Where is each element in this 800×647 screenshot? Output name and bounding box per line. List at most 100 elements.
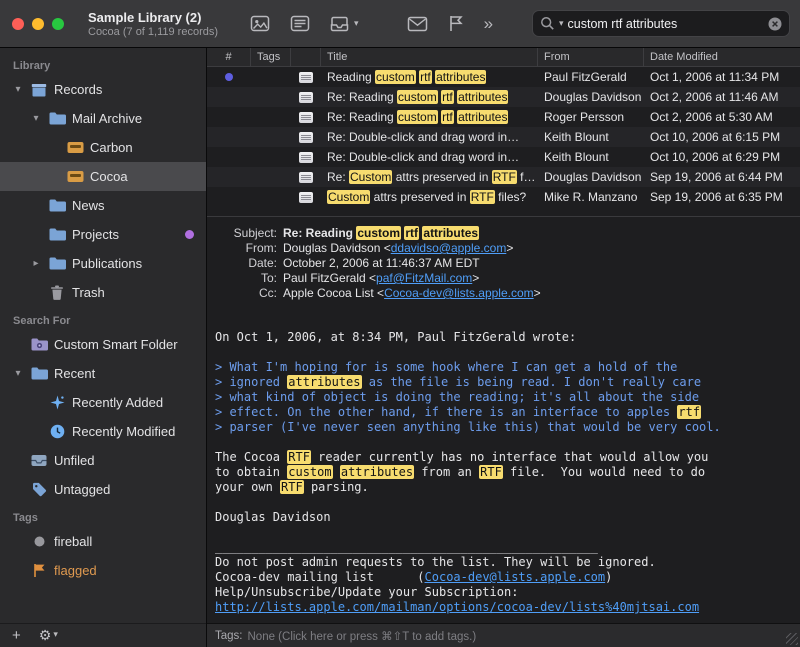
sidebar-item-projects[interactable]: Projects [0,220,206,249]
clear-search-icon[interactable] [768,17,782,31]
search-highlight: rtf [441,110,454,124]
record-title: Re: Reading custom rtf attributes [321,90,538,104]
column-header-tags[interactable]: Tags [251,48,291,67]
record-date: Oct 2, 2006 at 11:46 AM [644,90,800,104]
email-button[interactable] [407,16,428,32]
record-from: Roger Persson [538,110,644,124]
toolbar-overflow-button[interactable]: » [484,15,493,32]
link[interactable]: Cocoa-dev@lists.apple.com [425,570,606,584]
resize-grip[interactable] [786,633,798,645]
tray-icon [30,454,48,467]
folder-icon [48,199,66,212]
zoom-window-button[interactable] [52,18,64,30]
sidebar-item-recent[interactable]: ▾ Recent [0,359,206,388]
record-title: Re: Custom attrs preserved in RTF f… [321,170,538,184]
search-highlight: rtf [677,405,701,419]
search-highlight: rtf [404,226,419,240]
table-row[interactable]: Reading custom rtf attributes Paul FitzG… [207,67,800,87]
search-highlight: attributes [457,110,508,124]
sidebar-scroll[interactable]: Library ▾ Records ▾ Mail Archive [0,48,206,623]
sidebar-item-news[interactable]: News [0,191,206,220]
search-scope-chevron-icon[interactable]: ▾ [559,19,564,29]
sidebar-item-mail-archive[interactable]: ▾ Mail Archive [0,104,206,133]
column-header-title[interactable]: Title [321,48,538,67]
link[interactable]: http://lists.apple.com/mailman/options/c… [215,600,699,614]
sidebar-footer: + ⚙ ▾ [0,623,206,647]
disclosure-triangle-icon[interactable]: ▸ [30,258,42,269]
body-line [215,495,792,510]
tag-bar[interactable]: Tags: None (Click here or press ⌘⇧T to a… [207,623,800,647]
table-row-selected[interactable]: Re: Reading custom rtf attributes Dougla… [207,87,800,107]
sidebar-item-publications[interactable]: ▸ Publications [0,249,206,278]
viewer-button[interactable] [290,15,310,32]
action-gear-button[interactable]: ⚙ ▾ [39,629,58,643]
search-highlight: attributes [457,90,508,104]
body-line: > effect. On the other hand, if there is… [215,405,792,420]
record-date: Sep 19, 2006 at 6:44 PM [644,170,800,184]
search-field[interactable]: ▾ [532,10,790,37]
record-list: Reading custom rtf attributes Paul FitzG… [207,67,800,207]
sidebar-section-library: Library [0,52,206,75]
disclosure-triangle-icon[interactable]: ▾ [12,368,24,379]
sidebar-item-unfiled[interactable]: Unfiled [0,446,206,475]
document-icon [299,152,313,163]
capture-button[interactable] [250,15,270,32]
sidebar-item-cocoa[interactable]: Cocoa [0,162,206,191]
disclosure-triangle-icon[interactable]: ▾ [30,113,42,124]
close-window-button[interactable] [12,18,24,30]
sidebar-item-carbon[interactable]: Carbon [0,133,206,162]
record-title: Custom attrs preserved in RTF files? [321,190,538,204]
link[interactable]: Cocoa-dev@lists.apple.com [384,286,534,300]
sidebar-item-tag-flagged[interactable]: flagged [0,556,206,585]
column-header-kind[interactable] [291,48,321,67]
window-subtitle: Cocoa (7 of 1,119 records) [88,26,218,38]
message-body[interactable]: On Oct 1, 2006, at 8:34 PM, Paul FitzGer… [207,306,800,623]
window-title: Sample Library (2) [88,10,218,25]
column-header-num[interactable]: # [207,48,251,67]
flag-button[interactable] [448,15,464,32]
add-button[interactable]: + [12,628,21,643]
search-highlight: rtf [441,90,454,104]
tags-value[interactable]: None (Click here or press ⌘⇧T to add tag… [248,629,477,643]
column-header-from[interactable]: From [538,48,644,67]
table-row[interactable]: Custom attrs preserved in RTF files? Mik… [207,187,800,207]
to-value: Paul FitzGerald <paf@FitzMail.com> [283,271,792,286]
sidebar-item-recently-added[interactable]: Recently Added [0,388,206,417]
body-line: Help/Unsubscribe/Update your Subscriptio… [215,585,792,600]
table-row[interactable]: Re: Custom attrs preserved in RTF f… Dou… [207,167,800,187]
list-empty-area[interactable] [207,207,800,217]
sidebar-item-untagged[interactable]: Untagged [0,475,206,504]
sidebar-item-custom-smart-folder[interactable]: Custom Smart Folder [0,330,206,359]
record-title: Reading custom rtf attributes [321,70,538,84]
table-row[interactable]: Re: Reading custom rtf attributes Roger … [207,107,800,127]
toolbar: ▾ » [250,15,522,32]
search-highlight: Custom [327,190,370,204]
search-highlight: Custom [349,170,392,184]
import-button[interactable]: ▾ [330,15,359,32]
flag-icon [30,563,48,578]
sidebar-item-recently-modified[interactable]: Recently Modified [0,417,206,446]
flag-icon [448,15,464,32]
disclosure-triangle-icon[interactable]: ▾ [12,84,24,95]
sidebar-item-tag-fireball[interactable]: fireball [0,527,206,556]
column-header-date[interactable]: Date Modified [644,48,800,67]
body-line: > what kind of object is doing the readi… [215,390,792,405]
body-line: > What I'm hoping for is some hook where… [215,360,792,375]
sidebar-item-records[interactable]: ▾ Records [0,75,206,104]
link[interactable]: ddavidso@apple.com [391,241,507,255]
record-title: Re: Double-click and drag word in… [321,150,538,164]
body-line [215,345,792,360]
table-row[interactable]: Re: Double-click and drag word in… Keith… [207,147,800,167]
table-row[interactable]: Re: Double-click and drag word in… Keith… [207,127,800,147]
mailbox-icon [66,170,84,183]
gear-icon: ⚙ [39,629,52,643]
link[interactable]: paf@FitzMail.com [376,271,472,285]
record-from: Keith Blount [538,150,644,164]
minimize-window-button[interactable] [32,18,44,30]
sidebar-item-trash[interactable]: Trash [0,278,206,307]
search-input[interactable] [568,17,764,31]
body-line: > ignored attributes as the file is bein… [215,375,792,390]
body-line: to obtain custom attributes from an RTF … [215,465,792,480]
body-line: Douglas Davidson [215,510,792,525]
record-title: Re: Double-click and drag word in… [321,130,538,144]
